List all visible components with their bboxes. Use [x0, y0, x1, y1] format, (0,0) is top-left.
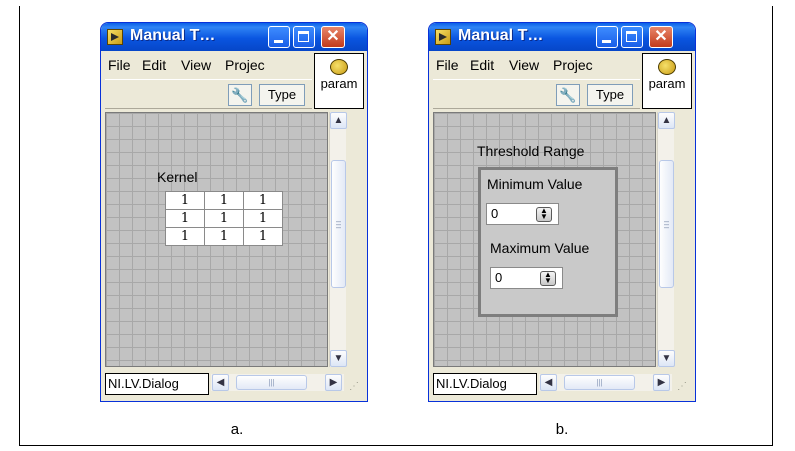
scroll-up-icon[interactable]: ▲ [658, 112, 675, 129]
threshold-range-cluster: Minimum Value 0 ▲ ▼ Maximum Value 0 ▲ ▼ [478, 167, 618, 317]
maximum-value-label: Maximum Value [490, 240, 590, 256]
toolbar: 🔧 Type [105, 79, 312, 109]
spinner-icon[interactable]: ▲ ▼ [540, 271, 556, 286]
scroll-left-icon[interactable]: ◀ [540, 374, 557, 391]
kernel-table[interactable]: 1 1 1 1 1 1 1 1 1 [165, 191, 283, 246]
minimize-button[interactable] [596, 26, 618, 48]
scroll-down-icon[interactable]: ▼ [658, 350, 675, 367]
menu-edit[interactable]: Edit [142, 57, 166, 73]
kernel-cell[interactable]: 1 [243, 209, 283, 228]
vertical-scroll-thumb[interactable]: – – – [331, 160, 346, 288]
maximum-value-text: 0 [495, 270, 503, 285]
maximize-button[interactable] [621, 26, 643, 48]
kernel-cell[interactable]: 1 [204, 209, 244, 228]
caption-b: b. [555, 421, 569, 438]
kernel-cell[interactable]: 1 [204, 227, 244, 246]
minimize-button[interactable] [268, 26, 290, 48]
param-icon [658, 59, 676, 75]
type-button[interactable]: Type [259, 84, 305, 106]
menu-file[interactable]: File [108, 57, 131, 73]
window-a: Manual T… ✕ File Edit View Projec 🔧 Type… [100, 22, 368, 402]
kernel-cell[interactable]: 1 [243, 191, 283, 210]
labview-app-icon [435, 29, 451, 45]
horizontal-scrollbar[interactable]: ◀ ||| ▶ [211, 374, 344, 391]
table-row: 1 1 1 [165, 191, 283, 210]
scroll-down-icon[interactable]: ▼ [330, 350, 347, 367]
scroll-right-icon[interactable]: ▶ [325, 374, 342, 391]
context-tab[interactable]: NI.LV.Dialog [105, 373, 209, 395]
vertical-scrollbar[interactable]: ▲ – – – ▼ [657, 112, 675, 367]
horizontal-scroll-thumb[interactable]: ||| [564, 375, 635, 390]
kernel-label: Kernel [157, 169, 198, 185]
title-bar[interactable]: Manual T… ✕ [429, 23, 695, 51]
threshold-range-label: Threshold Range [477, 143, 585, 159]
minimize-icon [274, 40, 283, 43]
resize-grip-icon[interactable]: ⋰ [677, 381, 687, 392]
window-title: Manual T… [130, 27, 216, 44]
menu-edit[interactable]: Edit [470, 57, 494, 73]
param-label: param [648, 76, 686, 91]
type-button[interactable]: Type [587, 84, 633, 106]
kernel-cell[interactable]: 1 [204, 191, 244, 210]
minimize-icon [602, 40, 611, 43]
table-row: 1 1 1 [165, 209, 283, 228]
horizontal-scroll-thumb[interactable]: ||| [236, 375, 307, 390]
window-b: Manual T… ✕ File Edit View Projec 🔧 Type… [428, 22, 696, 402]
caption-a: a. [230, 421, 244, 438]
status-bar: NI.LV.Dialog ◀ ||| ▶ ⋰ [433, 369, 695, 399]
grip-icon: – – – [336, 216, 342, 232]
vertical-scrollbar[interactable]: ▲ – – – ▼ [329, 112, 347, 367]
param-button[interactable]: param [314, 53, 364, 109]
kernel-cell[interactable]: 1 [243, 227, 283, 246]
kernel-cell[interactable]: 1 [165, 191, 205, 210]
context-tab[interactable]: NI.LV.Dialog [433, 373, 537, 395]
horizontal-scrollbar[interactable]: ◀ ||| ▶ [539, 374, 672, 391]
title-bar[interactable]: Manual T… ✕ [101, 23, 367, 51]
status-bar: NI.LV.Dialog ◀ ||| ▶ ⋰ [105, 369, 367, 399]
scroll-left-icon[interactable]: ◀ [212, 374, 229, 391]
front-panel-grid: Kernel 1 1 1 1 1 1 1 1 1 [105, 112, 328, 367]
wrench-icon[interactable]: 🔧 [556, 84, 580, 106]
toolbar: 🔧 Type [433, 79, 640, 109]
scroll-right-icon[interactable]: ▶ [653, 374, 670, 391]
spinner-icon[interactable]: ▲ ▼ [536, 207, 552, 222]
minimum-value-label: Minimum Value [487, 176, 583, 192]
close-button[interactable]: ✕ [649, 26, 673, 48]
param-icon [330, 59, 348, 75]
vertical-scroll-thumb[interactable]: – – – [659, 160, 674, 288]
menu-project[interactable]: Projec [553, 57, 593, 73]
maximize-icon [298, 31, 309, 42]
menu-view[interactable]: View [509, 57, 539, 73]
labview-app-icon [107, 29, 123, 45]
window-title: Manual T… [458, 27, 544, 44]
maximum-value-field[interactable]: 0 ▲ ▼ [490, 267, 563, 289]
front-panel-grid: Threshold Range Minimum Value 0 ▲ ▼ Maxim… [433, 112, 656, 367]
menu-bar: File Edit View Projec [433, 54, 640, 78]
resize-grip-icon[interactable]: ⋰ [349, 381, 359, 392]
param-label: param [320, 76, 358, 91]
kernel-cell[interactable]: 1 [165, 209, 205, 228]
kernel-cell[interactable]: 1 [165, 227, 205, 246]
close-button[interactable]: ✕ [321, 26, 345, 48]
grip-icon: – – – [664, 216, 670, 232]
wrench-icon[interactable]: 🔧 [228, 84, 252, 106]
menu-view[interactable]: View [181, 57, 211, 73]
param-button[interactable]: param [642, 53, 692, 109]
minimum-value-field[interactable]: 0 ▲ ▼ [486, 203, 559, 225]
menu-project[interactable]: Projec [225, 57, 265, 73]
table-row: 1 1 1 [165, 227, 283, 246]
minimum-value-text: 0 [491, 206, 499, 221]
maximize-icon [626, 31, 637, 42]
scroll-up-icon[interactable]: ▲ [330, 112, 347, 129]
menu-file[interactable]: File [436, 57, 459, 73]
menu-bar: File Edit View Projec [105, 54, 312, 78]
maximize-button[interactable] [293, 26, 315, 48]
